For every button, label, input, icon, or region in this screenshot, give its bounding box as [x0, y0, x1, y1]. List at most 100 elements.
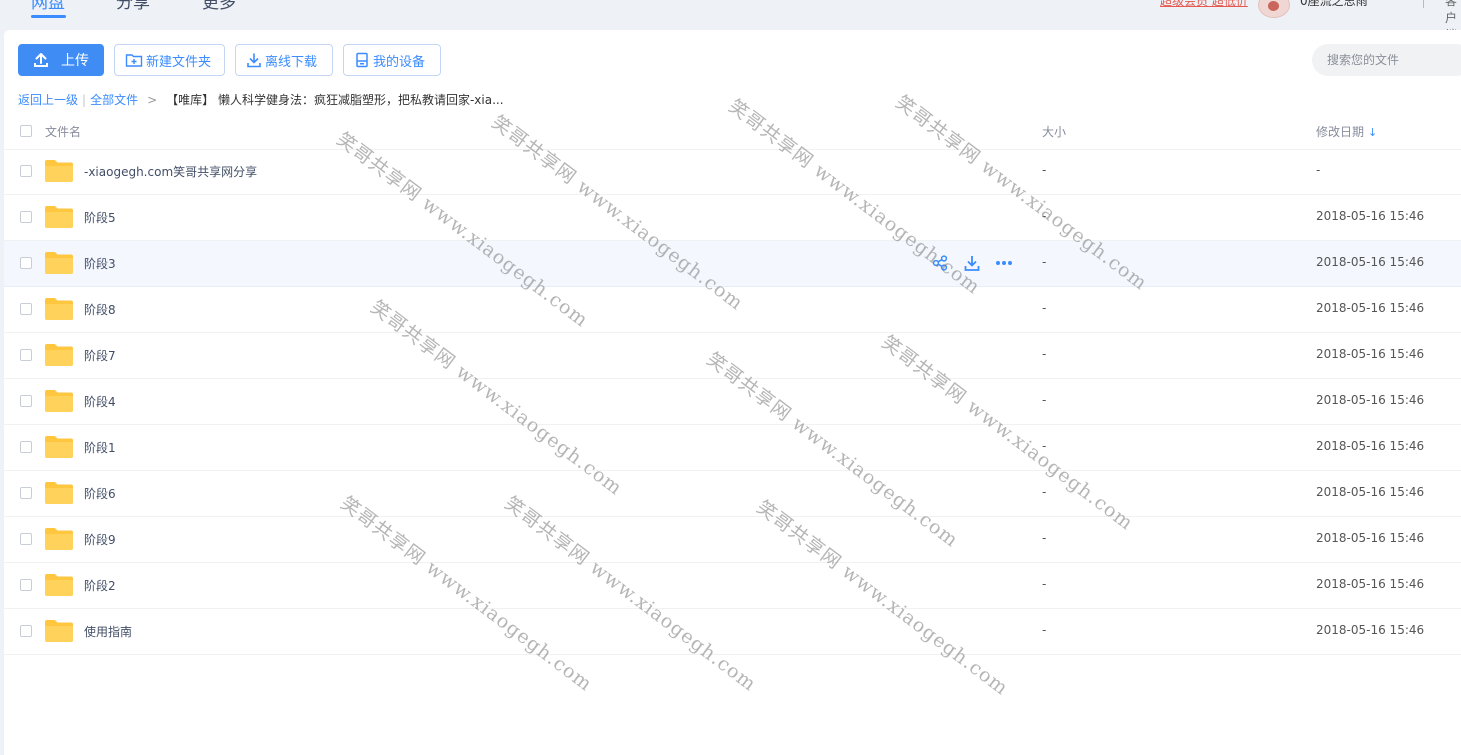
file-size: -	[1042, 255, 1047, 269]
upload-label: 上传	[61, 53, 89, 69]
file-name[interactable]: 使用指南	[84, 623, 132, 640]
folder-icon	[45, 481, 73, 504]
file-date: 2018-05-16 15:46	[1316, 439, 1425, 453]
file-name[interactable]: 阶段9	[84, 531, 116, 548]
new-folder-label: 新建文件夹	[146, 54, 212, 70]
search-input[interactable]	[1312, 44, 1461, 76]
more-icon[interactable]	[994, 254, 1014, 272]
client-link[interactable]: 客户端	[1445, 0, 1461, 30]
breadcrumb-separator: |	[82, 93, 87, 107]
my-devices-button[interactable]: 我的设备	[343, 44, 441, 76]
breadcrumb-back-link[interactable]: 返回上一级	[18, 93, 78, 107]
file-date: 2018-05-16 15:46	[1316, 301, 1425, 315]
my-devices-label: 我的设备	[373, 54, 426, 70]
table-row[interactable]: 使用指南 - 2018-05-16 15:46	[4, 609, 1461, 655]
offline-download-button[interactable]: 离线下载	[235, 44, 333, 76]
table-row[interactable]: 阶段5 - 2018-05-16 15:46	[4, 195, 1461, 241]
device-icon	[354, 52, 370, 68]
table-row[interactable]: 阶段7 - 2018-05-16 15:46	[4, 333, 1461, 379]
file-size: -	[1042, 301, 1047, 315]
folder-icon	[45, 619, 73, 642]
folder-icon	[45, 159, 73, 182]
row-checkbox[interactable]	[20, 165, 32, 177]
folder-icon	[45, 343, 73, 366]
row-checkbox[interactable]	[20, 625, 32, 637]
file-size: -	[1042, 485, 1047, 499]
tab-more[interactable]: 更多	[202, 0, 236, 13]
file-name[interactable]: 阶段3	[84, 255, 116, 272]
file-date: 2018-05-16 15:46	[1316, 347, 1425, 361]
active-tab-underline	[31, 15, 66, 18]
tab-share[interactable]: 分享	[116, 0, 150, 13]
file-date: 2018-05-16 15:46	[1316, 485, 1425, 499]
download-icon[interactable]	[962, 254, 982, 272]
file-name[interactable]: 阶段6	[84, 485, 116, 502]
upload-button[interactable]: 上传	[18, 44, 104, 76]
column-header-name[interactable]: 文件名	[45, 123, 81, 140]
file-name[interactable]: 阶段8	[84, 301, 116, 318]
table-row[interactable]: 阶段1 - 2018-05-16 15:46	[4, 425, 1461, 471]
file-list: -xiaogegh.com笑哥共享网分享 - - 阶段5 - 2018-05-16 15:…	[4, 149, 1461, 655]
file-date: 2018-05-16 15:46	[1316, 531, 1425, 545]
table-row[interactable]: 阶段8 - 2018-05-16 15:46	[4, 287, 1461, 333]
column-header-date[interactable]: 修改日期 ↓	[1316, 123, 1377, 140]
table-row[interactable]: 阶段2 - 2018-05-16 15:46	[4, 563, 1461, 609]
file-name[interactable]: 阶段4	[84, 393, 116, 410]
breadcrumb-arrow: >	[147, 93, 158, 107]
file-name[interactable]: 阶段2	[84, 577, 116, 594]
folder-icon	[45, 389, 73, 412]
file-size: -	[1042, 439, 1047, 453]
folder-icon	[45, 527, 73, 550]
file-date: 2018-05-16 15:46	[1316, 255, 1425, 269]
breadcrumb-all-files-link[interactable]: 全部文件	[90, 93, 138, 107]
tab-netdisk[interactable]: 网盘	[31, 0, 65, 13]
table-row[interactable]: -xiaogegh.com笑哥共享网分享 - -	[4, 149, 1461, 195]
row-checkbox[interactable]	[20, 441, 32, 453]
file-date: 2018-05-16 15:46	[1316, 393, 1425, 407]
row-checkbox[interactable]	[20, 487, 32, 499]
new-folder-button[interactable]: 新建文件夹	[114, 44, 225, 76]
username[interactable]: 0座流之思雨	[1300, 0, 1368, 9]
file-date: 2018-05-16 15:46	[1316, 577, 1425, 591]
row-checkbox[interactable]	[20, 303, 32, 315]
file-size: -	[1042, 347, 1047, 361]
table-header: 文件名 大小 修改日期 ↓	[4, 115, 1461, 150]
select-all-checkbox[interactable]	[20, 125, 32, 137]
file-size: -	[1042, 577, 1047, 591]
file-name[interactable]: 阶段1	[84, 439, 116, 456]
download-icon	[246, 52, 262, 68]
breadcrumb: 返回上一级 | 全部文件 > 【唯库】 懒人科学健身法：疯狂减脂塑形，把私教请回家-xi…	[18, 91, 504, 108]
column-header-date-label: 修改日期	[1316, 125, 1365, 139]
avatar[interactable]	[1258, 0, 1290, 18]
nav-divider	[1423, 0, 1424, 8]
row-checkbox[interactable]	[20, 257, 32, 269]
breadcrumb-current: 【唯库】 懒人科学健身法：疯狂减脂塑形，把私教请回家-xia...	[166, 93, 504, 107]
folder-icon	[45, 573, 73, 596]
column-header-size[interactable]: 大小	[1042, 123, 1066, 140]
file-name[interactable]: 阶段5	[84, 209, 116, 226]
row-checkbox[interactable]	[20, 579, 32, 591]
table-row[interactable]: 阶段3 - 2018-05-16 15:46	[4, 241, 1461, 287]
file-name[interactable]: -xiaogegh.com笑哥共享网分享	[84, 163, 257, 180]
row-checkbox[interactable]	[20, 211, 32, 223]
vip-promo-link[interactable]: 超级会员 超低价	[1160, 0, 1248, 9]
share-icon[interactable]	[930, 254, 950, 272]
table-row[interactable]: 阶段9 - 2018-05-16 15:46	[4, 517, 1461, 563]
table-row[interactable]: 阶段6 - 2018-05-16 15:46	[4, 471, 1461, 517]
table-row[interactable]: 阶段4 - 2018-05-16 15:46	[4, 379, 1461, 425]
folder-icon	[45, 251, 73, 274]
file-name[interactable]: 阶段7	[84, 347, 116, 364]
folder-icon	[45, 297, 73, 320]
file-size: -	[1042, 163, 1047, 177]
file-size: -	[1042, 531, 1047, 545]
offline-download-label: 离线下载	[265, 54, 318, 70]
file-size: -	[1042, 623, 1047, 637]
file-date: 2018-05-16 15:46	[1316, 623, 1425, 637]
row-checkbox[interactable]	[20, 349, 32, 361]
row-checkbox[interactable]	[20, 395, 32, 407]
row-checkbox[interactable]	[20, 533, 32, 545]
upload-icon	[33, 52, 49, 68]
folder-icon	[45, 435, 73, 458]
file-size: -	[1042, 393, 1047, 407]
folder-icon	[45, 205, 73, 228]
